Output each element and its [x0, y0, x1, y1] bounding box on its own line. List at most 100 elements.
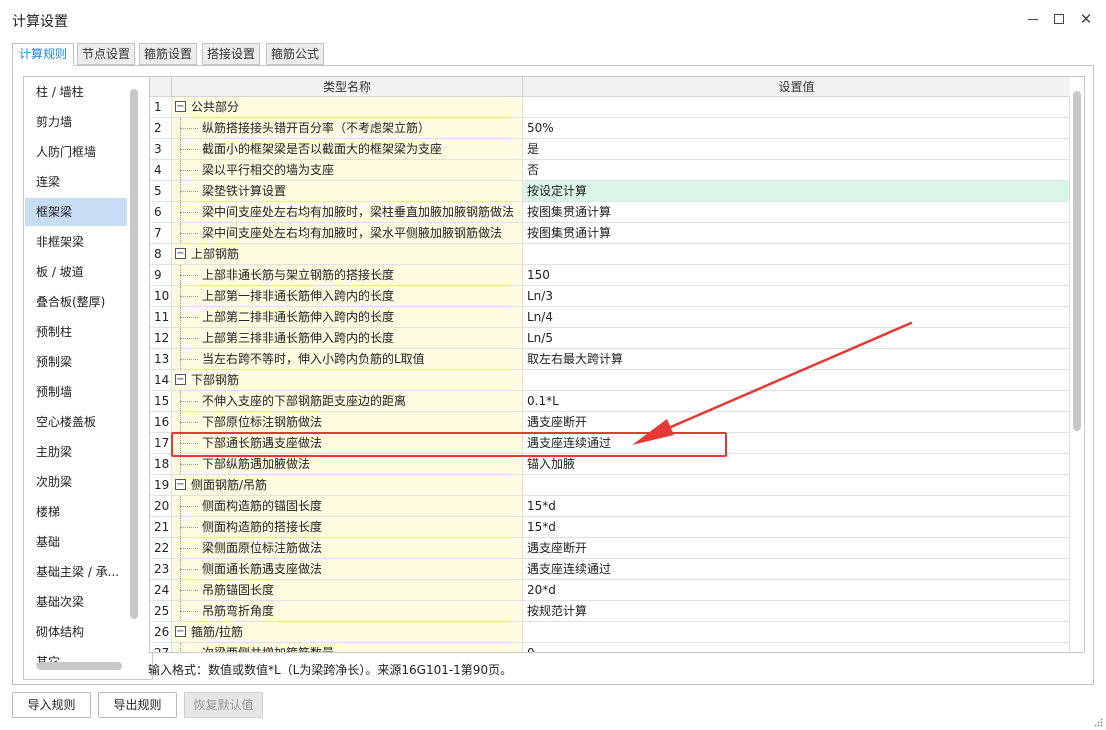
- setting-value-cell[interactable]: 取左右最大跨计算: [523, 349, 1070, 369]
- setting-value-cell[interactable]: 遇支座断开: [523, 412, 1070, 432]
- close-button[interactable]: ✕: [1074, 8, 1098, 30]
- table-row[interactable]: 25 吊筋弯折角度 按规范计算: [150, 601, 1070, 622]
- group-row[interactable]: 19− 侧面钢筋/吊筋: [150, 475, 1070, 496]
- table-row[interactable]: 23 侧面通长筋遇支座做法 遇支座连续通过: [150, 559, 1070, 580]
- table-row[interactable]: 7 梁中间支座处左右均有加腋时，梁水平侧腋加腋钢筋做法 按图集贯通计算: [150, 223, 1070, 244]
- tab-stirrup-formula[interactable]: 箍筋公式: [266, 43, 324, 65]
- sidebar-item[interactable]: 基础主梁 / 承...: [25, 558, 127, 586]
- resize-grip-icon[interactable]: [1094, 718, 1103, 727]
- sidebar-item[interactable]: 楼梯: [25, 498, 127, 526]
- table-row[interactable]: 4 梁以平行相交的墙为支座 否: [150, 160, 1070, 181]
- group-row[interactable]: 8− 上部钢筋: [150, 244, 1070, 265]
- table-row[interactable]: 6 梁中间支座处左右均有加腋时，梁柱垂直加腋加腋钢筋做法 按图集贯通计算: [150, 202, 1070, 223]
- sidebar-item[interactable]: 预制墙: [25, 378, 127, 406]
- table-row[interactable]: 9 上部非通长筋与架立钢筋的搭接长度 150: [150, 265, 1070, 286]
- setting-value-cell[interactable]: [523, 370, 1070, 390]
- setting-value-cell[interactable]: 150: [523, 265, 1070, 285]
- sidebar-item[interactable]: 预制梁: [25, 348, 127, 376]
- import-rules-button[interactable]: 导入规则: [12, 692, 91, 718]
- setting-value-cell[interactable]: 20*d: [523, 580, 1070, 600]
- sidebar-item[interactable]: 砌体结构: [25, 618, 127, 646]
- sidebar-item[interactable]: 次肋梁: [25, 468, 127, 496]
- setting-value-cell[interactable]: 按规范计算: [523, 601, 1070, 621]
- sidebar-item[interactable]: 连梁: [25, 168, 127, 196]
- table-row[interactable]: 5 梁垫铁计算设置 按设定计算: [150, 181, 1070, 202]
- setting-value-cell[interactable]: [523, 97, 1070, 117]
- setting-value-cell[interactable]: 遇支座断开: [523, 538, 1070, 558]
- setting-value-cell[interactable]: 0: [523, 643, 1070, 652]
- collapse-icon[interactable]: −: [175, 479, 186, 490]
- sidebar-item[interactable]: 基础: [25, 528, 127, 556]
- table-row[interactable]: 3 截面小的框架梁是否以截面大的框架梁为支座 是: [150, 139, 1070, 160]
- collapse-icon[interactable]: −: [175, 626, 186, 637]
- setting-value-cell[interactable]: 15*d: [523, 517, 1070, 537]
- grid-vertical-scrollbar[interactable]: [1073, 91, 1081, 431]
- restore-defaults-button[interactable]: 恢复默认值: [184, 692, 263, 718]
- tab-node-settings[interactable]: 节点设置: [77, 43, 135, 65]
- setting-value-cell[interactable]: 遇支座连续通过: [523, 559, 1070, 579]
- group-row[interactable]: 14− 下部钢筋: [150, 370, 1070, 391]
- collapse-icon[interactable]: −: [175, 101, 186, 112]
- sidebar-vertical-scrollbar[interactable]: [130, 89, 138, 619]
- sidebar-horizontal-scrollbar[interactable]: [37, 662, 122, 670]
- sidebar-item[interactable]: 基础次梁: [25, 588, 127, 616]
- setting-value-cell[interactable]: 按图集贯通计算: [523, 223, 1070, 243]
- sidebar-item[interactable]: 非框架梁: [25, 228, 127, 256]
- setting-value-cell[interactable]: 遇支座连续通过: [523, 433, 1070, 453]
- sidebar-item[interactable]: 人防门框墙: [25, 138, 127, 166]
- sidebar-item[interactable]: 框架梁: [25, 198, 127, 226]
- setting-value-cell[interactable]: 15*d: [523, 496, 1070, 516]
- table-row[interactable]: 24 吊筋锚固长度 20*d: [150, 580, 1070, 601]
- setting-value-cell[interactable]: 是: [523, 139, 1070, 159]
- maximize-button[interactable]: [1047, 8, 1071, 30]
- collapse-icon[interactable]: −: [175, 248, 186, 259]
- collapse-icon[interactable]: −: [175, 374, 186, 385]
- export-rules-button[interactable]: 导出规则: [98, 692, 177, 718]
- setting-value-cell[interactable]: 否: [523, 160, 1070, 180]
- setting-name: 梁垫铁计算设置: [202, 184, 287, 198]
- setting-value-cell[interactable]: 按图集贯通计算: [523, 202, 1070, 222]
- table-row[interactable]: 15 不伸入支座的下部钢筋距支座边的距离 0.1*L: [150, 391, 1070, 412]
- setting-name-cell: − 箍筋/拉筋: [172, 622, 523, 642]
- sidebar-item[interactable]: 板 / 坡道: [25, 258, 127, 286]
- setting-name-cell: 截面小的框架梁是否以截面大的框架梁为支座: [172, 139, 523, 159]
- tab-calc-rules[interactable]: 计算规则: [12, 43, 74, 66]
- table-row[interactable]: 27 次梁两侧共增加箍筋数量 0: [150, 643, 1070, 652]
- table-row[interactable]: 20 侧面构造筋的锚固长度 15*d: [150, 496, 1070, 517]
- setting-value-cell[interactable]: Ln/4: [523, 307, 1070, 327]
- table-row[interactable]: 10 上部第一排非通长筋伸入跨内的长度 Ln/3: [150, 286, 1070, 307]
- group-row[interactable]: 26− 箍筋/拉筋: [150, 622, 1070, 643]
- table-row[interactable]: 13 当左右跨不等时，伸入小跨内负筋的L取值 取左右最大跨计算: [150, 349, 1070, 370]
- group-row[interactable]: 1− 公共部分: [150, 97, 1070, 118]
- setting-value-cell[interactable]: 50%: [523, 118, 1070, 138]
- table-row[interactable]: 22 梁侧面原位标注筋做法 遇支座断开: [150, 538, 1070, 559]
- sidebar-item[interactable]: 剪力墙: [25, 108, 127, 136]
- table-row[interactable]: 2 纵筋搭接接头错开百分率（不考虑架立筋） 50%: [150, 118, 1070, 139]
- setting-value-cell[interactable]: Ln/3: [523, 286, 1070, 306]
- sidebar-item[interactable]: 叠合板(整厚): [25, 288, 127, 316]
- tab-lap-settings[interactable]: 搭接设置: [202, 43, 260, 65]
- tab-stirrup-settings[interactable]: 箍筋设置: [139, 43, 197, 65]
- table-row[interactable]: 18 下部纵筋遇加腋做法 锚入加腋: [150, 454, 1070, 475]
- minimize-button[interactable]: [1021, 8, 1045, 30]
- setting-value-cell[interactable]: 0.1*L: [523, 391, 1070, 411]
- setting-value-cell[interactable]: [523, 244, 1070, 264]
- sidebar-item[interactable]: 主肋梁: [25, 438, 127, 466]
- setting-name-cell: 下部原位标注钢筋做法: [172, 412, 523, 432]
- tree-branch: [180, 443, 198, 444]
- table-row[interactable]: 16 下部原位标注钢筋做法 遇支座断开: [150, 412, 1070, 433]
- table-row[interactable]: 12 上部第三排非通长筋伸入跨内的长度 Ln/5: [150, 328, 1070, 349]
- table-row[interactable]: 17 下部通长筋遇支座做法 遇支座连续通过: [150, 433, 1070, 454]
- setting-value-cell[interactable]: [523, 475, 1070, 495]
- table-row[interactable]: 11 上部第二排非通长筋伸入跨内的长度 Ln/4: [150, 307, 1070, 328]
- sidebar-item[interactable]: 空心楼盖板: [25, 408, 127, 436]
- setting-value-cell[interactable]: Ln/5: [523, 328, 1070, 348]
- sidebar-item[interactable]: 柱 / 墙柱: [25, 78, 127, 106]
- setting-name-cell: 纵筋搭接接头错开百分率（不考虑架立筋）: [172, 118, 523, 138]
- table-row[interactable]: 21 侧面构造筋的搭接长度 15*d: [150, 517, 1070, 538]
- setting-value-cell[interactable]: [523, 622, 1070, 642]
- sidebar-item[interactable]: 预制柱: [25, 318, 127, 346]
- setting-value-cell[interactable]: 锚入加腋: [523, 454, 1070, 474]
- tree-branch: [180, 170, 198, 171]
- setting-value-cell[interactable]: 按设定计算: [523, 181, 1070, 201]
